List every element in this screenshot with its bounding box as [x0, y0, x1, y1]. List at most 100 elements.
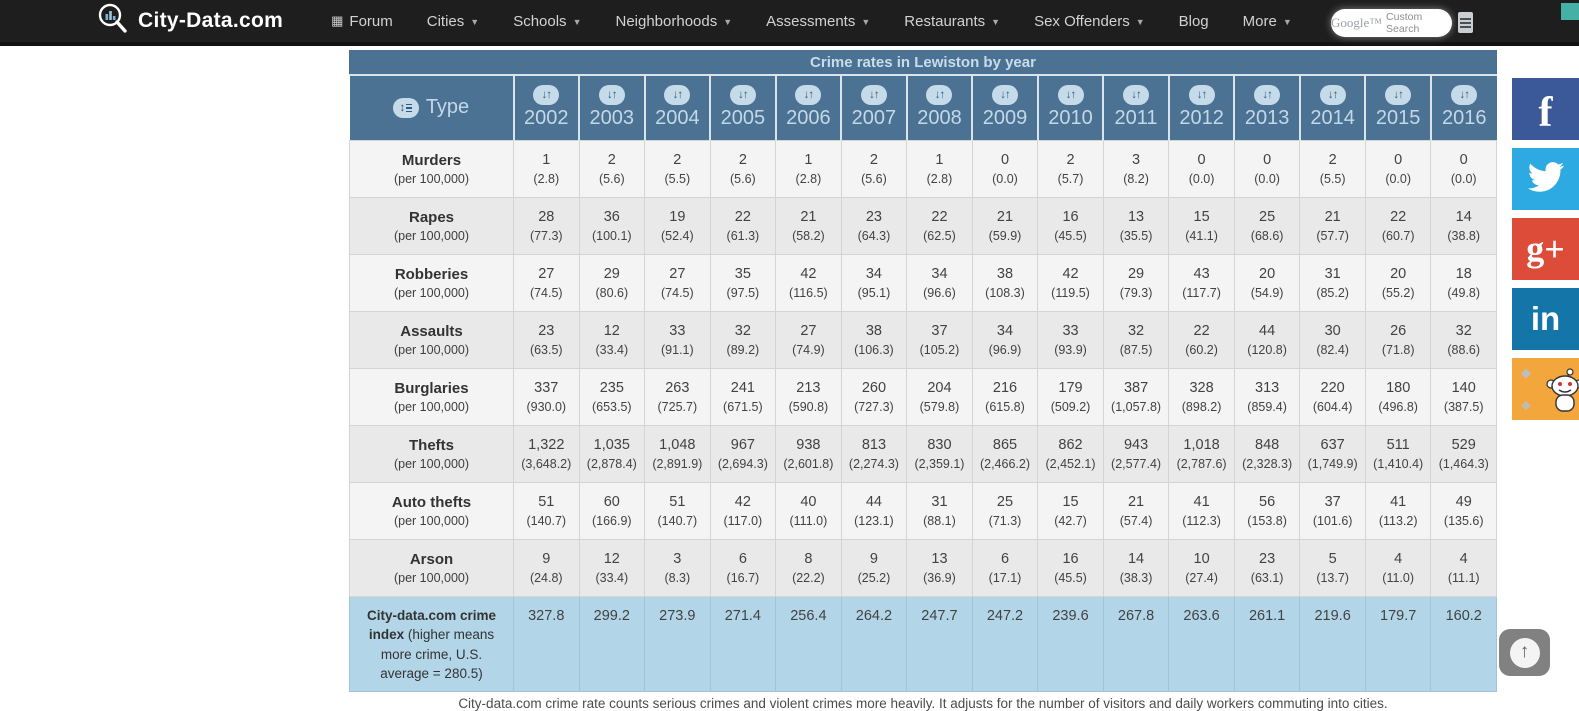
year-column-header-2012[interactable]: ↓↑2012: [1169, 76, 1235, 140]
crime-value-cell: 865(2,466.2): [972, 425, 1038, 482]
nav-item-cities[interactable]: Cities▼: [427, 13, 479, 30]
crime-count: 1,322: [514, 437, 579, 453]
sort-icon[interactable]: ↓↑: [599, 85, 625, 105]
year-column-header-2014[interactable]: ↓↑2014: [1300, 76, 1366, 140]
nav-item-sex-offenders[interactable]: Sex Offenders▼: [1034, 13, 1145, 30]
crime-rate: (25.2): [842, 571, 907, 585]
back-to-top-button[interactable]: ↑: [1499, 629, 1550, 676]
crime-count: 5: [1300, 551, 1365, 567]
city-data-logo[interactable]: City-Data.com: [95, 1, 283, 42]
year-column-header-2005[interactable]: ↓↑2005: [710, 76, 776, 140]
year-column-header-2015[interactable]: ↓↑2015: [1365, 76, 1431, 140]
year-column-header-2013[interactable]: ↓↑2013: [1234, 76, 1300, 140]
sort-icon[interactable]: ↓↑: [1123, 85, 1149, 105]
reddit-share-button[interactable]: ◆◆: [1512, 358, 1579, 420]
per-capita-note: (per 100,000): [350, 286, 513, 300]
sort-icon[interactable]: ↓↑: [1451, 85, 1477, 105]
nav-item-label: Blog: [1179, 13, 1209, 30]
year-column-header-2004[interactable]: ↓↑2004: [645, 76, 711, 140]
sort-icon[interactable]: ↓↑: [992, 85, 1018, 105]
crime-count: 15: [1038, 494, 1103, 510]
year-column-header-2008[interactable]: ↓↑2008: [907, 76, 973, 140]
crime-rate: (64.3): [842, 229, 907, 243]
sort-icon[interactable]: ↓↑: [1189, 85, 1215, 105]
sort-icon[interactable]: ↓↑: [795, 85, 821, 105]
crime-rate: (5.6): [711, 172, 776, 186]
crime-value-cell: 22(60.7): [1365, 197, 1431, 254]
sort-icon[interactable]: ↓↑: [730, 85, 756, 105]
nav-item-neighborhoods[interactable]: Neighborhoods▼: [615, 13, 732, 30]
crime-value-cell: 27(74.9): [776, 311, 842, 368]
sort-icon[interactable]: ↓↑: [1058, 85, 1084, 105]
crime-index-value: 247.2: [973, 597, 1038, 624]
sort-icon[interactable]: ↓↑: [861, 85, 887, 105]
crime-count: 25: [1235, 209, 1300, 225]
sort-icon[interactable]: ↓↑: [533, 85, 559, 105]
nav-item-label: Schools: [513, 13, 566, 30]
crime-value-cell: 1,018(2,787.6): [1169, 425, 1235, 482]
crime-type-label: Rapes: [350, 209, 513, 226]
crime-value-cell: 51(140.7): [645, 482, 711, 539]
sort-icon[interactable]: ↓↑: [1254, 85, 1280, 105]
year-column-header-2011[interactable]: ↓↑2011: [1103, 76, 1169, 140]
crime-count: 16: [1038, 209, 1103, 225]
crime-rate: (88.1): [907, 514, 972, 528]
year-column-header-2002[interactable]: ↓↑2002: [514, 76, 580, 140]
crime-rate: (71.3): [973, 514, 1038, 528]
nav-item-schools[interactable]: Schools ▼: [513, 13, 581, 30]
magnifier-chart-icon: [95, 1, 131, 42]
crime-value-cell: 33(91.1): [645, 311, 711, 368]
crime-value-cell: 2(5.5): [645, 140, 711, 197]
google-logo-text: Google™: [1331, 15, 1382, 31]
crime-rate: (88.6): [1431, 343, 1496, 357]
nav-item-forum[interactable]: ▦Forum: [331, 13, 393, 30]
nav-item-more[interactable]: More▼: [1243, 13, 1292, 30]
crime-rate: (11.1): [1431, 571, 1496, 585]
sort-icon[interactable]: ↕: [393, 98, 419, 118]
facebook-share-button[interactable]: f: [1512, 78, 1579, 140]
crime-row-auto-thefts: Auto thefts(per 100,000)51(140.7)60(166.…: [350, 482, 1497, 539]
twitter-share-button[interactable]: [1512, 148, 1579, 210]
google-custom-search-input[interactable]: Google™ Custom Search: [1331, 9, 1452, 37]
per-capita-note: (per 100,000): [350, 457, 513, 471]
crime-rate: (17.1): [973, 571, 1038, 585]
crime-rate: (5.5): [645, 172, 710, 186]
sort-icon[interactable]: ↓↑: [1320, 85, 1346, 105]
crime-value-cell: 241(671.5): [710, 368, 776, 425]
nav-item-label: Forum: [349, 13, 392, 30]
crime-count: 13: [907, 551, 972, 567]
year-column-header-2007[interactable]: ↓↑2007: [841, 76, 907, 140]
google-plus-share-button[interactable]: g+: [1512, 218, 1579, 280]
crime-rates-table: Crime rates in Lewiston by year ↕Type↓↑2…: [349, 50, 1497, 692]
crime-value-cell: 848(2,328.3): [1234, 425, 1300, 482]
crime-rate: (33.4): [580, 571, 645, 585]
crime-value-cell: 32(89.2): [710, 311, 776, 368]
year-column-header-2016[interactable]: ↓↑2016: [1431, 76, 1497, 140]
crime-type-label: Murders: [350, 152, 513, 169]
sort-icon[interactable]: ↓↑: [1385, 85, 1411, 105]
year-column-header-2010[interactable]: ↓↑2010: [1038, 76, 1104, 140]
year-label: 2004: [655, 107, 700, 130]
linkedin-share-button[interactable]: in: [1512, 288, 1579, 350]
year-column-header-2003[interactable]: ↓↑2003: [579, 76, 645, 140]
row-label-cell: Burglaries(per 100,000): [350, 368, 514, 425]
crime-value-cell: 313(859.4): [1234, 368, 1300, 425]
nav-item-blog[interactable]: Blog: [1179, 13, 1209, 30]
nav-item-restaurants[interactable]: Restaurants▼: [904, 13, 1000, 30]
year-column-header-2009[interactable]: ↓↑2009: [972, 76, 1038, 140]
crime-count: 140: [1431, 380, 1496, 396]
keyboard-layout-icon[interactable]: [1458, 12, 1473, 33]
nav-menu: ▦Forum Cities▼ Schools ▼ Neighborhoods▼ Asses…: [331, 13, 1292, 30]
crime-count: 6: [973, 551, 1038, 567]
chevron-down-icon: ▼: [573, 17, 582, 27]
crime-index-footnote: City-data.com crime rate counts serious …: [349, 696, 1497, 711]
type-column-header[interactable]: ↕Type: [350, 76, 514, 140]
crime-rate: (91.1): [645, 343, 710, 357]
crime-value-cell: 25(68.6): [1234, 197, 1300, 254]
row-label-cell: Robberies(per 100,000): [350, 254, 514, 311]
year-column-header-2006[interactable]: ↓↑2006: [776, 76, 842, 140]
sort-icon[interactable]: ↓↑: [664, 85, 690, 105]
nav-item-assessments[interactable]: Assessments▼: [766, 13, 870, 30]
chevron-down-icon: ▼: [861, 17, 870, 27]
sort-icon[interactable]: ↓↑: [926, 85, 952, 105]
